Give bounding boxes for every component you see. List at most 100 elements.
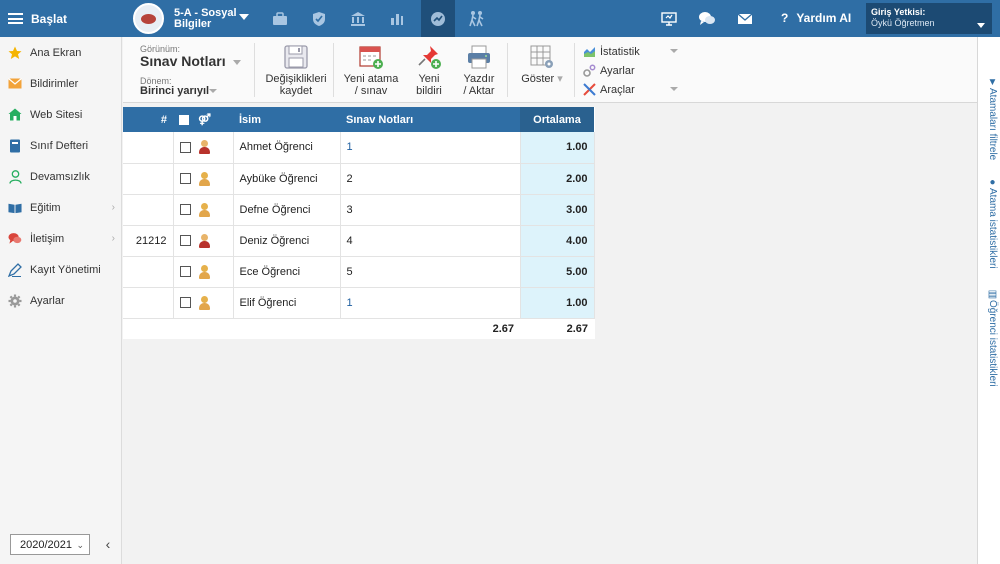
sidebar-item-label: Devamsızlık [30,170,90,183]
filter-icon: ▼ [987,77,998,88]
authorization-selector[interactable]: Giriş Yetkisi: Öykü Öğretmen [866,3,992,34]
student-name[interactable]: Elif Öğrenci [233,287,341,319]
chevron-right-icon: › [111,233,115,244]
print-export-button[interactable]: Yazdır / Aktar [459,44,499,98]
male-student-icon [198,233,210,248]
column-header-exam-grades[interactable]: Sınav Notları [340,107,520,132]
speech-icon [8,232,22,246]
start-menu-button[interactable]: Başlat [0,0,122,37]
mail-icon[interactable] [732,0,758,37]
sidebar-item-home[interactable]: Ana Ekran [0,37,121,68]
chevron-down-icon [670,87,678,91]
table-row[interactable]: Ece Öğrenci 5 5.00 [123,256,595,288]
gear-icon [8,294,22,308]
school-year-select[interactable]: 2020/2021 ⌄ [10,534,90,555]
chevron-down-icon[interactable] [233,60,241,65]
table-row[interactable]: Elif Öğrenci 1 1.00 [123,287,595,319]
show-button[interactable]: Göster ▾ [517,44,567,98]
student-name[interactable]: Ahmet Öğrenci [233,132,341,164]
briefcase-icon[interactable] [263,0,297,37]
printer-icon [466,44,492,70]
table-row[interactable]: Ahmet Öğrenci 1 1.00 [123,132,595,164]
chevron-down-icon [977,23,985,28]
row-checkbox[interactable] [179,235,191,246]
row-select-cell [173,256,234,288]
row-checkbox[interactable] [179,173,191,184]
hamburger-icon [8,13,23,24]
menu-item-tools[interactable]: Araçlar [583,80,678,99]
row-select-cell [173,287,234,319]
sidebar-item-settings[interactable]: Ayarlar [0,285,121,316]
sidebar-item-education[interactable]: Eğitim › [0,192,121,223]
column-header-number[interactable]: # [123,107,173,132]
student-name[interactable]: Deniz Öğrenci [233,225,341,257]
shield-icon[interactable] [302,0,336,37]
average-cell: 4.00 [520,225,595,257]
new-assignment-button[interactable]: Yeni atama / sınav [343,44,399,98]
menu-item-settings[interactable]: Ayarlar [583,61,640,80]
sidebar-item-notifications[interactable]: Bildirimler [0,68,121,99]
home-icon [8,108,22,122]
new-notice-button[interactable]: Yeni bildiri [409,44,449,98]
print-label-line2: / Aktar [463,85,495,97]
tools-menu: İstatistik Ayarlar Araçlar [583,42,678,99]
chat-icon[interactable] [694,0,720,37]
save-changes-button[interactable]: Değişiklikleri kaydet [265,44,327,98]
show-label-text: Göster [521,73,555,85]
student-name[interactable]: Defne Öğrenci [233,194,341,226]
exam-grade-cell[interactable]: 2 [340,163,521,195]
row-checkbox[interactable] [179,204,191,215]
chevron-down-icon[interactable] [239,14,249,20]
chevron-down-icon[interactable] [209,89,217,93]
column-header-average[interactable]: Ortalama [520,107,594,132]
class-selector[interactable]: 5-A - Sosyal Bilgiler [174,8,237,30]
exam-grade-cell[interactable]: 4 [340,225,521,257]
table-row[interactable]: Defne Öğrenci 3 3.00 [123,194,595,226]
save-label-line1: Değişiklikleri [265,73,327,85]
select-all-checkbox[interactable] [179,115,189,126]
student-name[interactable]: Ece Öğrenci [233,256,341,288]
collapse-sidebar-button[interactable]: ‹ [101,534,115,554]
tab-label: Öğrenci istatistikleri [987,300,998,387]
chevron-down-icon [670,49,678,53]
exam-grade-cell[interactable]: 5 [340,256,521,288]
row-checkbox[interactable] [179,266,191,277]
period-selector[interactable]: Birinci yarıyıl [140,85,209,97]
row-number [123,194,174,226]
save-label-line2: kaydet [279,85,313,97]
institution-icon[interactable] [341,0,375,37]
help-ai-button[interactable]: ? Yardım AI [781,11,851,25]
toolbar-divider [574,43,575,97]
people-walking-icon[interactable] [460,0,494,37]
row-checkbox[interactable] [179,141,191,153]
view-selector[interactable]: Sınav Notları [140,53,226,69]
sidebar-item-website[interactable]: Web Sitesi [0,99,121,130]
table-row[interactable]: 21212 Deniz Öğrenci 4 4.00 [123,225,595,257]
table-row[interactable]: Aybüke Öğrenci 2 2.00 [123,163,595,195]
sidebar-item-label: Kayıt Yönetimi [30,263,101,276]
menu-item-statistics[interactable]: İstatistik [583,42,678,61]
sidebar-item-communication[interactable]: İletişim › [0,223,121,254]
exam-grade-cell[interactable]: 1 [340,132,521,164]
menu-item-label: Ayarlar [600,64,635,77]
presentation-icon[interactable] [656,0,682,37]
bar-chart-icon[interactable] [380,0,414,37]
table-footer-row: 2.67 2.67 [123,318,594,339]
calendar-add-icon [358,44,384,70]
school-logo[interactable] [133,3,164,34]
question-icon: ? [781,11,789,25]
gender-icon: ⚤ [198,114,211,126]
exam-grade-cell[interactable]: 1 [340,287,521,319]
exam-grade-cell[interactable]: 3 [340,194,521,226]
star-icon [8,46,22,60]
gauge-icon[interactable] [421,0,455,37]
tab-student-statistics[interactable]: ▤ Öğrenci istatistikleri [978,289,1000,399]
tab-assignment-statistics[interactable]: ● Atama istatistikleri [978,177,1000,302]
sidebar-item-registration[interactable]: Kayıt Yönetimi [0,254,121,285]
student-name[interactable]: Aybüke Öğrenci [233,163,341,195]
row-checkbox[interactable] [179,297,191,308]
column-header-name[interactable]: İsim [233,107,340,132]
grades-table: # ⚤ İsim Sınav Notları Ortalama Ahmet Öğ… [123,107,595,339]
sidebar-item-class-book[interactable]: Sınıf Defteri [0,130,121,161]
sidebar-item-attendance[interactable]: Devamsızlık [0,161,121,192]
